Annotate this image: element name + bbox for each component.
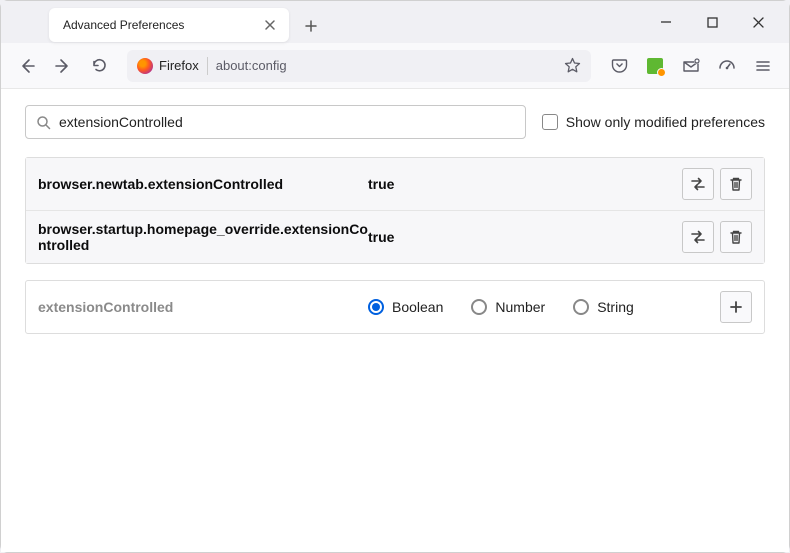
tab-title: Advanced Preferences [63,18,261,32]
search-row: Show only modified preferences [25,105,765,139]
delete-button[interactable] [720,221,752,253]
toggle-button[interactable] [682,221,714,253]
hamburger-menu-icon[interactable] [747,50,779,82]
delete-button[interactable] [720,168,752,200]
dashboard-icon[interactable] [711,50,743,82]
url-input[interactable] [216,58,556,73]
forward-button[interactable] [47,50,79,82]
add-button[interactable] [720,291,752,323]
radio-icon [573,299,589,315]
reload-button[interactable] [83,50,115,82]
new-preference-row: extensionControlled Boolean Number Strin… [25,280,765,334]
pref-row[interactable]: browser.newtab.extensionControlled true [26,158,764,211]
pref-row[interactable]: browser.startup.homepage_override.extens… [26,211,764,263]
type-boolean[interactable]: Boolean [368,299,443,315]
modified-only-checkbox[interactable] [542,114,558,130]
back-button[interactable] [11,50,43,82]
pref-value: true [368,176,676,192]
browser-tab[interactable]: Advanced Preferences [49,8,289,42]
modified-only-checkbox-wrap[interactable]: Show only modified preferences [542,114,765,130]
type-string[interactable]: String [573,299,634,315]
separator [207,57,208,75]
mail-icon[interactable] [675,50,707,82]
toggle-button[interactable] [682,168,714,200]
radio-selected-icon [368,299,384,315]
browser-toolbar: Firefox [1,43,789,89]
firefox-label: Firefox [159,58,199,73]
close-window-button[interactable] [735,1,781,43]
minimize-button[interactable] [643,1,689,43]
type-options: Boolean Number String [368,299,714,315]
about-config-content: Show only modified preferences browser.n… [1,89,789,552]
url-bar[interactable]: Firefox [127,50,591,82]
pref-value: true [368,229,676,245]
search-input[interactable] [59,114,515,130]
extension-green-icon[interactable] [639,50,671,82]
type-number[interactable]: Number [471,299,545,315]
pocket-icon[interactable] [603,50,635,82]
new-pref-name: extensionControlled [38,299,368,315]
search-box[interactable] [25,105,526,139]
firefox-icon [137,58,153,74]
close-tab-icon[interactable] [261,16,279,34]
pref-name: browser.newtab.extensionControlled [38,176,368,192]
window-controls [643,1,781,43]
window-titlebar: Advanced Preferences [1,1,789,43]
modified-only-label: Show only modified preferences [566,114,765,130]
maximize-button[interactable] [689,1,735,43]
preferences-table: browser.newtab.extensionControlled true … [25,157,765,264]
bookmark-star-icon[interactable] [564,57,581,74]
type-label: String [597,299,634,315]
radio-icon [471,299,487,315]
new-tab-button[interactable] [297,12,325,40]
pref-name: browser.startup.homepage_override.extens… [38,221,368,253]
firefox-badge: Firefox [137,58,199,74]
search-icon [36,115,51,130]
type-label: Number [495,299,545,315]
type-label: Boolean [392,299,443,315]
